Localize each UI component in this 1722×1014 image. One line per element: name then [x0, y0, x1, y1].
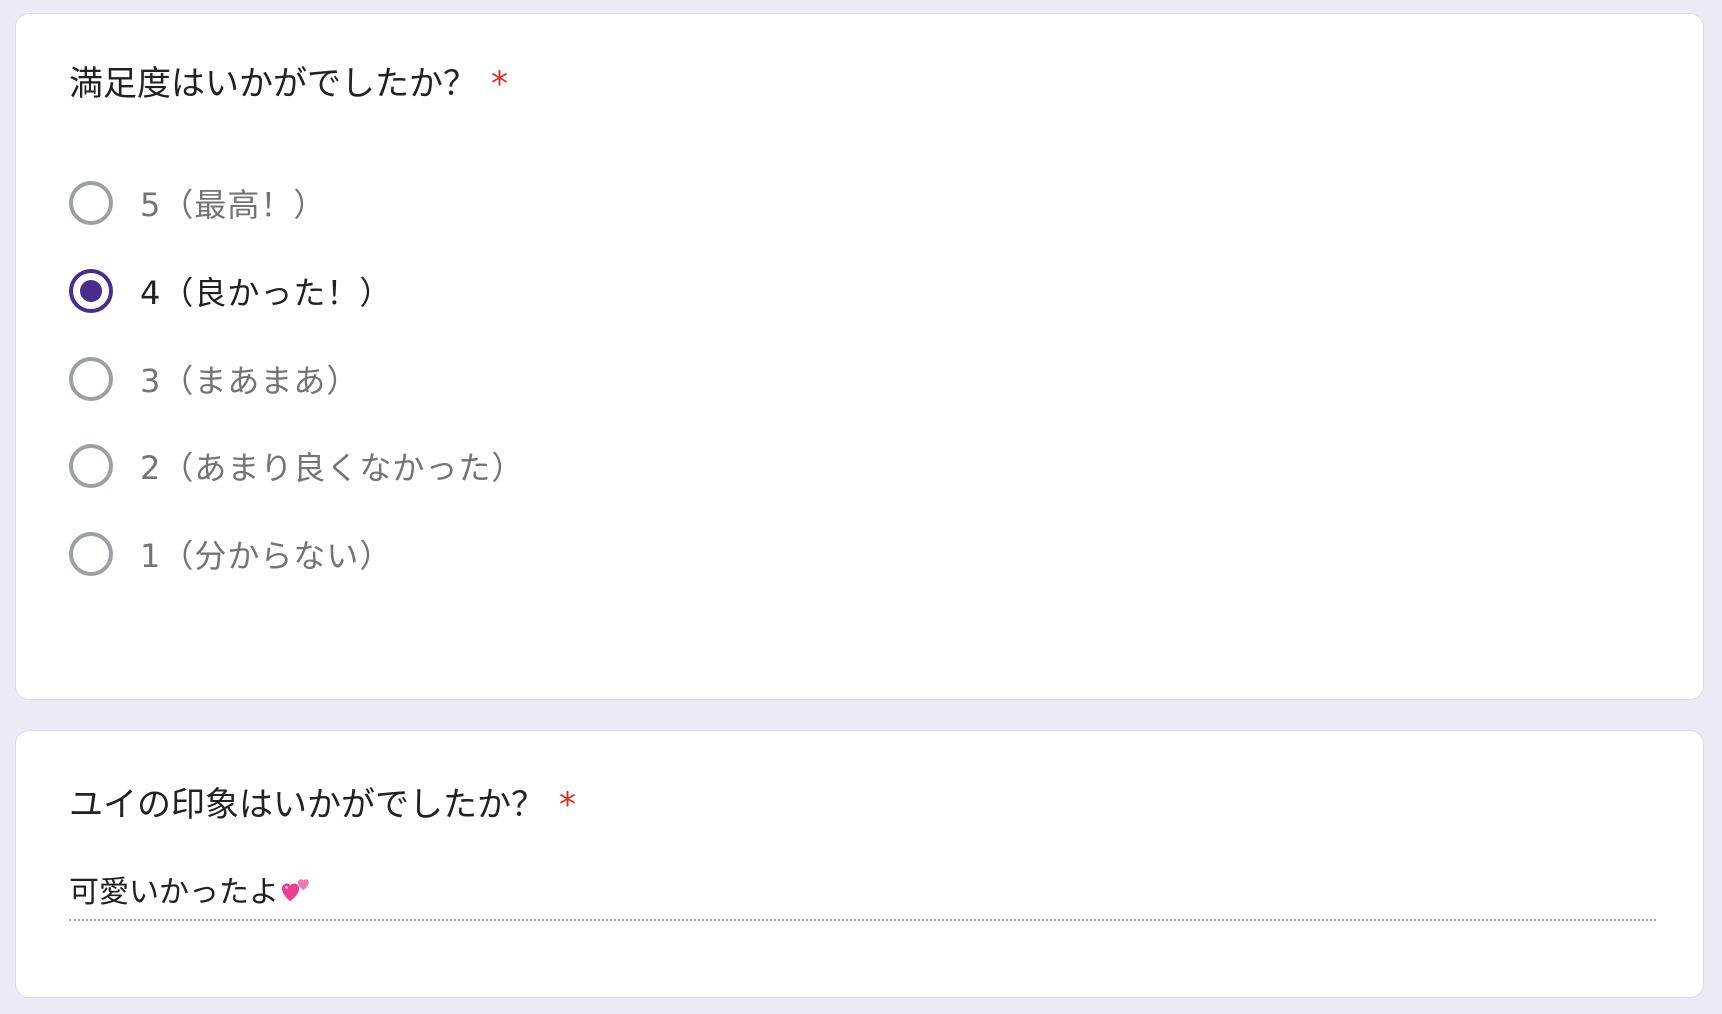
- question-title-text: 満足度はいかがでしたか？: [69, 64, 477, 104]
- radio-option-3[interactable]: 3（まあまあ）: [69, 355, 359, 403]
- required-mark: *: [491, 64, 508, 104]
- required-mark: *: [559, 785, 576, 825]
- radio-option-5[interactable]: 5（最高！）: [69, 179, 326, 227]
- radio-button[interactable]: [69, 181, 113, 225]
- radio-button[interactable]: [69, 357, 113, 401]
- impression-question-card: ユイの印象はいかがでしたか？ * 可愛いかったよ: [15, 730, 1704, 998]
- option-label: 5（最高！）: [140, 186, 327, 224]
- option-label: 3（まあまあ）: [140, 362, 360, 400]
- answer-text: 可愛いかったよ: [69, 875, 279, 910]
- question-title: 満足度はいかがでしたか？ *: [69, 64, 508, 104]
- question-title-text: ユイの印象はいかがでしたか？: [69, 785, 545, 825]
- option-label: 1（分からない）: [140, 537, 393, 575]
- radio-option-2[interactable]: 2（あまり良くなかった）: [69, 442, 524, 490]
- radio-button[interactable]: [69, 532, 113, 576]
- option-label: 4（良かった！）: [140, 274, 393, 312]
- answer-text-input[interactable]: 可愛いかったよ: [69, 869, 1656, 921]
- radio-button[interactable]: [69, 444, 113, 488]
- radio-selected-dot: [80, 280, 102, 302]
- two-hearts-icon: [281, 874, 313, 915]
- answer-value: 可愛いかったよ: [69, 873, 313, 915]
- radio-option-4[interactable]: 4（良かった！）: [69, 267, 392, 315]
- satisfaction-question-card: 満足度はいかがでしたか？ * 5（最高！） 4（良かった！） 3（まあまあ） 2（…: [15, 13, 1704, 700]
- option-label: 2（あまり良くなかった）: [140, 449, 525, 487]
- radio-option-1[interactable]: 1（分からない）: [69, 530, 392, 578]
- radio-button-selected[interactable]: [69, 269, 113, 313]
- question-title: ユイの印象はいかがでしたか？ *: [69, 785, 576, 825]
